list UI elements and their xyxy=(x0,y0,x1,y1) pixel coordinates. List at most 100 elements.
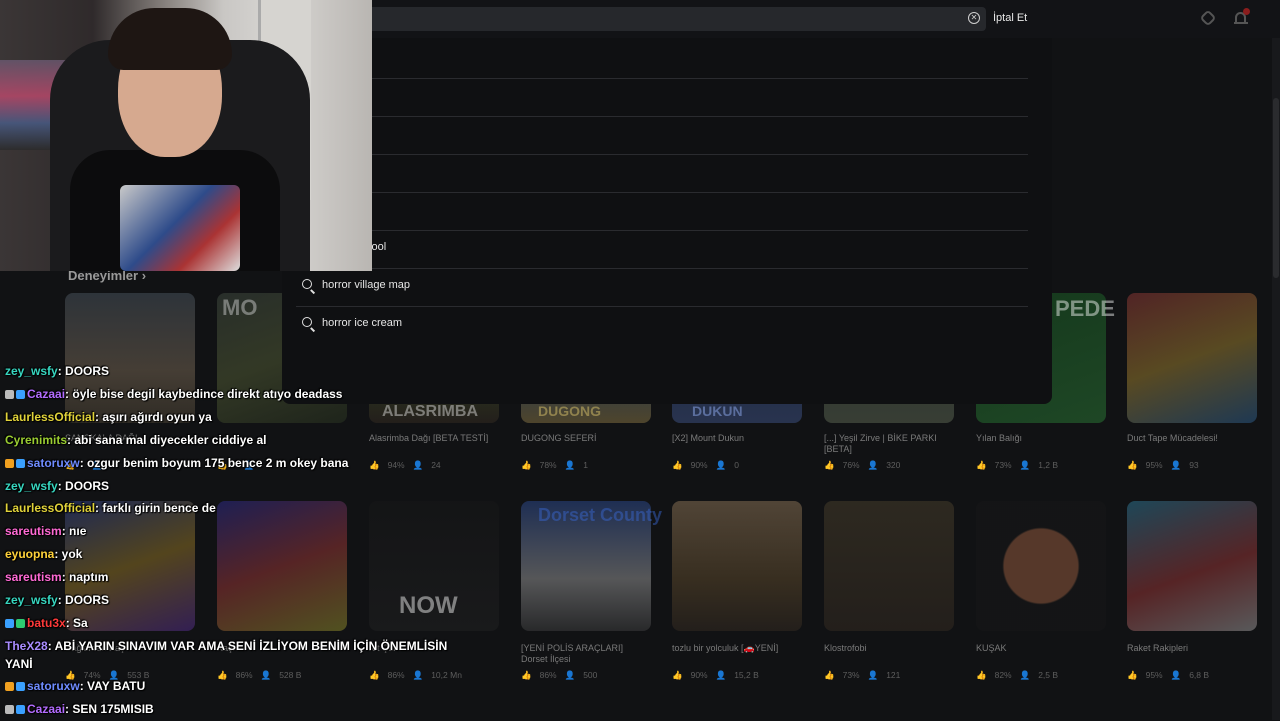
search-input[interactable] xyxy=(296,7,986,31)
player-count: 15,2 B xyxy=(734,670,759,680)
game-card[interactable]: Raket Rakipleri 👍 95% 👤 6,8 B xyxy=(1127,501,1257,681)
like-ratio: 90% xyxy=(690,670,708,680)
search-icon xyxy=(302,317,316,331)
search-suggestions-dropdown: byousingvatortoonspitalhorror school horr… xyxy=(282,38,1052,404)
chat-badge-icon xyxy=(16,704,25,714)
chat-text: : DOORS xyxy=(57,478,110,493)
player-icon: 👤 xyxy=(1019,670,1031,680)
game-card[interactable]: tozlu bir yolculuk [🚗YENİ] 👍 90% 👤 15,2 B xyxy=(672,501,802,681)
thumbs-up-icon: 👍 xyxy=(672,460,683,470)
chat-username: LaurlessOfficial xyxy=(5,501,96,516)
game-stats: 👍 90% 👤 0 xyxy=(672,460,802,471)
chat-message: Cazaai: SEN 175MISIB xyxy=(0,698,470,721)
chat-text: : naptım xyxy=(61,570,109,585)
chat-message: sareutism: nıe xyxy=(0,520,470,543)
game-card[interactable]: Klostrofobi 👍 73% 👤 121 xyxy=(824,501,954,681)
suggestion-text: horror ice cream xyxy=(322,317,403,329)
thumbnail-text: DUKUN xyxy=(692,403,743,419)
search-suggestion[interactable]: by xyxy=(296,40,1028,79)
chat-badge-icon xyxy=(5,458,14,468)
chat-text: : yok xyxy=(54,547,83,562)
search-suggestion[interactable]: ousing xyxy=(296,78,1028,117)
game-title[interactable]: [X2] Mount Dukun xyxy=(672,433,802,457)
game-title[interactable]: tozlu bir yolculuk [🚗YENİ] xyxy=(672,643,802,667)
chat-username: Cazaai xyxy=(27,701,66,716)
player-count: 500 xyxy=(583,670,598,680)
robux-icon[interactable] xyxy=(1199,9,1217,27)
search-suggestion[interactable]: horror ice cream xyxy=(296,306,1028,344)
scrollbar-thumb[interactable] xyxy=(1273,98,1279,278)
game-title[interactable]: DUGONG SEFERİ xyxy=(521,433,651,457)
search-suggestion[interactable]: toon xyxy=(296,154,1028,193)
chat-username: Cazaai xyxy=(27,386,66,401)
like-ratio: 78% xyxy=(539,460,557,470)
game-stats: 👍 90% 👤 15,2 B xyxy=(672,670,802,681)
player-count: 93 xyxy=(1189,460,1199,470)
thumbs-up-icon: 👍 xyxy=(672,670,683,680)
like-ratio: 95% xyxy=(1145,460,1163,470)
chat-username: zey_wsfy xyxy=(5,593,58,608)
search-suggestion[interactable]: vator xyxy=(296,116,1028,155)
chat-username: TheX28 xyxy=(5,638,48,653)
thumbnail-text: Dorset County xyxy=(538,505,663,525)
game-title[interactable]: Klostrofobi xyxy=(824,643,954,667)
player-count: 1,2 B xyxy=(1038,460,1059,470)
player-icon: 👤 xyxy=(867,670,879,680)
game-thumbnail[interactable] xyxy=(672,501,802,631)
thumbs-up-icon: 👍 xyxy=(521,670,532,680)
chat-text: : öyle bise degil kaybedince direkt atıy… xyxy=(65,386,343,401)
chat-message: zey_wsfy: DOORS xyxy=(0,475,470,498)
game-stats: 👍 82% 👤 2,5 B xyxy=(976,670,1106,681)
like-ratio: 95% xyxy=(1145,670,1163,680)
game-title[interactable]: Duct Tape Mücadelesi! xyxy=(1127,433,1257,457)
page-scrollbar[interactable] xyxy=(1272,38,1280,720)
search-suggestion[interactable]: horror village map xyxy=(296,268,1028,307)
game-card[interactable]: KUŞAK 👍 82% 👤 2,5 B xyxy=(976,501,1106,681)
thumbnail-text: PEDE xyxy=(1055,296,1115,321)
game-thumbnail[interactable] xyxy=(976,501,1106,631)
game-title[interactable]: KUŞAK xyxy=(976,643,1106,667)
chat-badge-icon xyxy=(5,681,14,691)
chat-username: LaurlessOfficial xyxy=(5,409,96,424)
cancel-search-button[interactable]: İptal Et xyxy=(993,12,1027,24)
game-card[interactable]: [YENİ POLİS ARAÇLARI] Dorset İlçesi 👍 86% 👤… xyxy=(521,501,651,681)
chat-text: : SEN 175MISIB xyxy=(65,701,154,716)
game-stats: 👍 95% 👤 93 xyxy=(1127,460,1257,471)
player-count: 6,8 B xyxy=(1189,670,1210,680)
chat-message: Cyrenimits: abi sana mal diyecekler cidd… xyxy=(0,429,470,452)
chat-username: zey_wsfy xyxy=(5,478,58,493)
search-suggestion[interactable]: horror school xyxy=(296,230,1028,269)
game-thumbnail[interactable] xyxy=(824,501,954,631)
chat-username: zey_wsfy xyxy=(5,364,58,378)
chat-message: sareutism: naptım xyxy=(0,566,470,589)
game-title[interactable]: [...] Yeşil Zirve | BİKE PARKI [BETA] xyxy=(824,433,954,457)
thumbnail-text: DUGONG xyxy=(538,403,601,419)
game-title[interactable]: Raket Rakipleri xyxy=(1127,643,1257,667)
chat-username: sareutism xyxy=(5,570,62,585)
thumbs-up-icon: 👍 xyxy=(1127,460,1138,470)
chat-username: eyuopna xyxy=(5,547,55,562)
clear-circle-icon[interactable]: ✕ xyxy=(968,12,980,24)
chat-message: LaurlessOfficial: aşırı ağırdı oyun ya xyxy=(0,406,470,429)
chat-badge-icon xyxy=(5,704,14,714)
chat-badge-icon xyxy=(16,389,25,399)
player-count: 1 xyxy=(583,460,588,470)
thumbs-up-icon: 👍 xyxy=(976,670,987,680)
chat-message: LaurlessOfficial: farklı girin bence de xyxy=(0,497,470,520)
player-icon: 👤 xyxy=(715,670,727,680)
game-card[interactable]: Duct Tape Mücadelesi! 👍 95% 👤 93 xyxy=(1127,293,1257,471)
chat-text: : VAY BATU xyxy=(79,678,146,693)
thumbs-up-icon: 👍 xyxy=(976,460,987,470)
chat-text: : Sa xyxy=(65,615,88,630)
game-title[interactable]: [YENİ POLİS ARAÇLARI] Dorset İlçesi xyxy=(521,643,651,667)
chat-text: : ozgur benim boyum 175 bence 2 m okey b… xyxy=(79,455,349,470)
game-stats: 👍 76% 👤 320 xyxy=(824,460,954,471)
like-ratio: 73% xyxy=(842,670,860,680)
game-thumbnail[interactable] xyxy=(1127,293,1257,423)
thumbs-up-icon: 👍 xyxy=(824,460,835,470)
thumbs-up-icon: 👍 xyxy=(824,670,835,680)
player-icon: 👤 xyxy=(564,460,576,470)
search-suggestion[interactable]: spital xyxy=(296,192,1028,231)
game-title[interactable]: Yılan Balığı xyxy=(976,433,1106,457)
game-thumbnail[interactable] xyxy=(1127,501,1257,631)
